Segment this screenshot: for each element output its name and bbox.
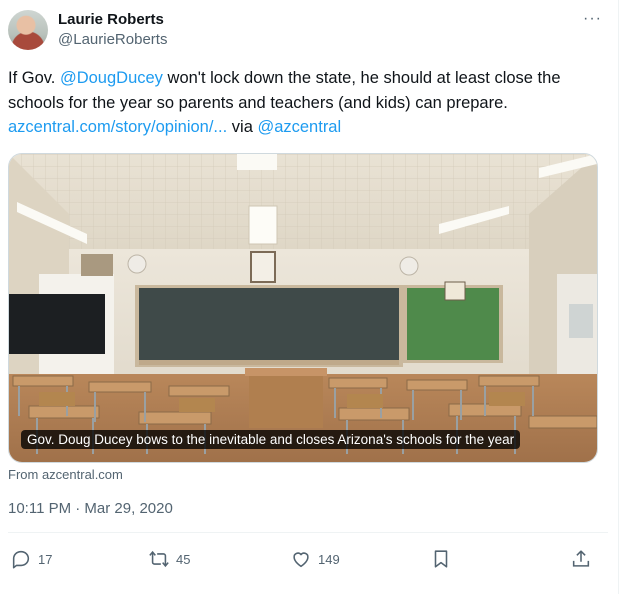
bookmark-icon <box>434 550 448 568</box>
bookmark-button[interactable] <box>430 548 452 570</box>
like-button[interactable]: 149 <box>290 548 340 570</box>
link-card[interactable]: Gov. Doug Ducey bows to the inevitable a… <box>8 153 598 463</box>
classroom-image <box>9 154 597 462</box>
tweet-text-part: via <box>227 118 258 136</box>
avatar[interactable] <box>8 10 48 50</box>
share-icon <box>572 550 590 567</box>
like-count: 149 <box>318 551 340 567</box>
tweet-header: Laurie Roberts @LaurieRoberts ··· <box>8 8 608 54</box>
author-handle[interactable]: @LaurieRoberts <box>58 31 167 48</box>
retweet-icon <box>149 550 169 568</box>
article-link[interactable]: azcentral.com/story/opinion/... <box>8 118 227 136</box>
tweet-timestamp[interactable]: 10:11 PM · Mar 29, 2020 <box>8 500 173 517</box>
divider <box>8 532 608 533</box>
card-caption: Gov. Doug Ducey bows to the inevitable a… <box>21 430 521 449</box>
author-name[interactable]: Laurie Roberts <box>58 11 164 28</box>
action-bar: 17 45 149 <box>8 548 598 578</box>
retweet-count: 45 <box>176 551 191 567</box>
reply-icon <box>12 550 30 569</box>
retweet-button[interactable]: 45 <box>148 548 190 570</box>
mention-dougducey[interactable]: @DougDucey <box>60 69 163 87</box>
tweet-text: If Gov. @DougDucey won't lock down the s… <box>8 66 608 140</box>
timeline-border <box>618 0 619 594</box>
share-button[interactable] <box>570 548 592 570</box>
like-icon <box>293 552 309 568</box>
mention-azcentral[interactable]: @azcentral <box>257 118 341 136</box>
reply-count: 17 <box>38 551 53 567</box>
more-dots-icon[interactable]: ··· <box>583 10 602 28</box>
tweet-text-part: If Gov. <box>8 69 60 87</box>
card-source[interactable]: From azcentral.com <box>8 467 123 482</box>
reply-button[interactable]: 17 <box>10 548 52 570</box>
